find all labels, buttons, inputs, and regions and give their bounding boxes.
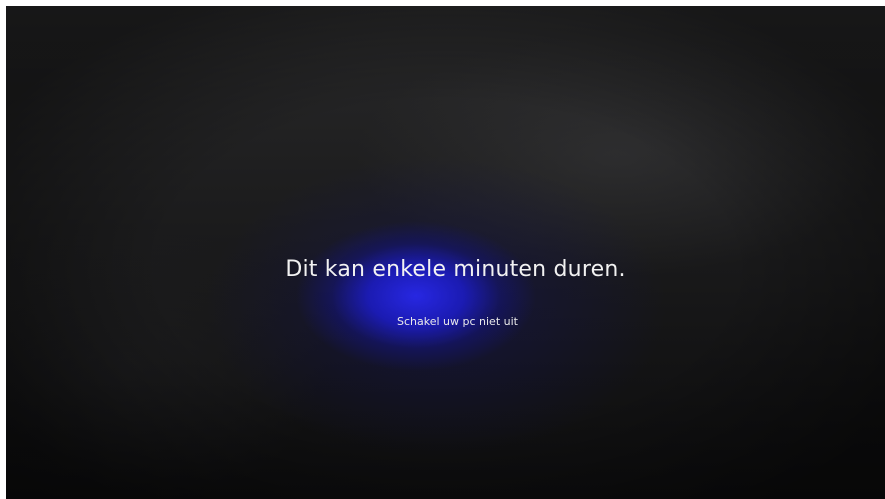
status-subtitle-text: Schakel uw pc niet uit: [397, 315, 518, 328]
update-screen: Dit kan enkele minuten duren. Schakel uw…: [6, 6, 885, 499]
status-title: Dit kan enkele minuten duren.: [6, 257, 885, 282]
background-vignette: [6, 6, 885, 499]
status-subtitle: Schakel uw pc niet uit: [6, 315, 885, 328]
status-title-text: Dit kan enkele minuten duren.: [285, 257, 626, 282]
